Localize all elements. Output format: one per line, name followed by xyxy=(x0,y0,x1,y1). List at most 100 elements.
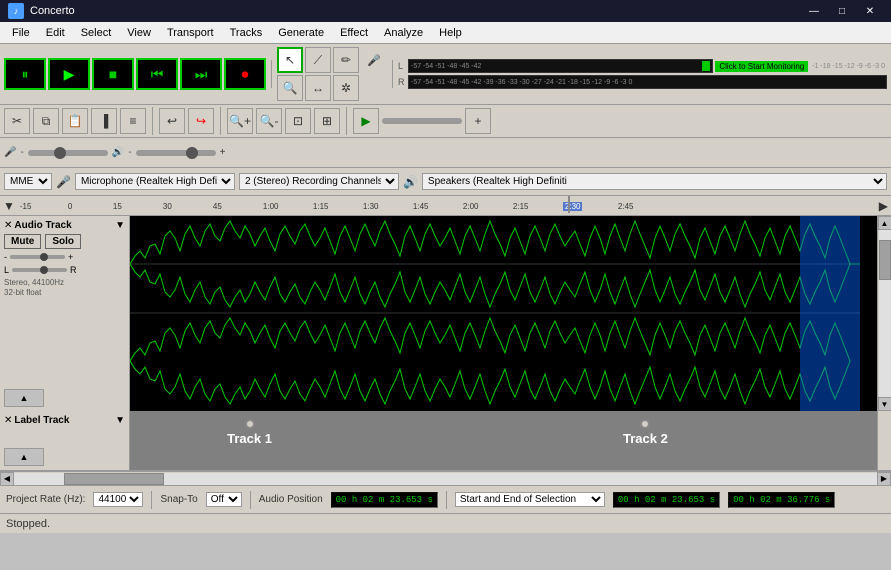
menu-file[interactable]: File xyxy=(4,25,38,41)
menu-effect[interactable]: Effect xyxy=(332,25,376,41)
record-button[interactable]: ⏺ xyxy=(224,58,266,90)
speaker-icon: 🔊 xyxy=(112,147,124,158)
label-track-close-icon[interactable]: ✕ xyxy=(4,415,12,426)
separator-4 xyxy=(220,107,221,135)
silence-button[interactable]: ≡ xyxy=(120,108,146,134)
close-button[interactable]: ✕ xyxy=(857,2,883,20)
zoom-sel-button[interactable]: ⊞ xyxy=(314,108,340,134)
label-marker-track1[interactable]: Track 1 xyxy=(227,419,272,446)
envelope-tool-button[interactable]: ⟋ xyxy=(305,47,331,73)
input-level-slider[interactable] xyxy=(28,150,108,156)
ruler-mark-215: 2:15 xyxy=(513,202,529,211)
play-button[interactable]: ▶ xyxy=(48,58,90,90)
time-tool-button[interactable]: ↔ xyxy=(305,75,331,101)
project-rate-label: Project Rate (Hz): xyxy=(6,494,85,505)
stopped-text: Stopped. xyxy=(6,518,50,530)
waveform-container[interactable] xyxy=(130,216,877,411)
menu-view[interactable]: View xyxy=(119,25,159,41)
ruler-arrow-left[interactable]: ▼ xyxy=(0,199,18,213)
maximize-button[interactable]: □ xyxy=(829,2,855,20)
waveform-bottom-channel xyxy=(130,318,850,404)
output-level-slider[interactable] xyxy=(136,150,216,156)
menu-select[interactable]: Select xyxy=(73,25,120,41)
zoom-tool-button[interactable]: 🔍 xyxy=(277,75,303,101)
scroll-thumb[interactable] xyxy=(879,240,891,280)
trim-button[interactable]: ▐ xyxy=(91,108,117,134)
monitor-button[interactable]: Click to Start Monitoring xyxy=(715,61,808,72)
copy-button[interactable]: ⧉ xyxy=(33,108,59,134)
position-value-3: 00 h 02 m 36.776 s xyxy=(733,495,830,505)
vol-minus-icon: - xyxy=(128,147,131,158)
channels-select[interactable]: 2 (Stereo) Recording Channels xyxy=(239,173,399,190)
multi-tool-button[interactable]: ✲ xyxy=(333,75,359,101)
pan-slider[interactable] xyxy=(12,268,67,272)
ruler-arrow-right[interactable]: ▶ xyxy=(876,199,891,213)
menu-edit[interactable]: Edit xyxy=(38,25,73,41)
select-tool-button[interactable]: ↖ xyxy=(277,47,303,73)
h-scroll-track[interactable] xyxy=(14,473,877,485)
redo-button[interactable]: ↪ xyxy=(188,108,214,134)
menu-help[interactable]: Help xyxy=(431,25,470,41)
microphone-select[interactable]: Microphone (Realtek High Defini xyxy=(75,173,235,190)
menu-transport[interactable]: Transport xyxy=(159,25,222,41)
pan-l-label: L xyxy=(4,265,9,275)
mute-button[interactable]: Mute xyxy=(4,234,41,249)
selection-mode-select[interactable]: Start and End of Selection xyxy=(455,492,605,507)
scroll-up-button[interactable]: ▲ xyxy=(878,216,891,230)
audio-track-header: ✕ Audio Track ▼ Mute Solo - + L R Stereo… xyxy=(0,216,130,411)
plus-button[interactable]: + xyxy=(465,108,491,134)
pan-row: L R xyxy=(4,265,125,275)
h-scroll-thumb[interactable] xyxy=(64,473,164,485)
position-value-2: 00 h 02 m 23.653 s xyxy=(618,495,715,505)
transport-toolbar: ⏸ ▶ ■ ⏮ ⏭ ⏺ ↖ ⟋ ✏ 🎤 🔍 ↔ ✲ L -57 -54 -51 … xyxy=(0,44,891,105)
scroll-track[interactable] xyxy=(879,230,891,397)
ruler-mark-115: 1:15 xyxy=(313,202,329,211)
status-sep-3 xyxy=(446,491,447,509)
fit-button[interactable]: ⊡ xyxy=(285,108,311,134)
gain-knob xyxy=(40,253,48,261)
mic-small-icon: 🎤 xyxy=(4,147,16,158)
track-arrow-icon[interactable]: ▼ xyxy=(115,220,125,231)
menu-generate[interactable]: Generate xyxy=(270,25,332,41)
play-green-button[interactable]: ▶ xyxy=(353,108,379,134)
label-marker-track2[interactable]: Track 2 xyxy=(623,419,668,446)
label-text-track1: Track 1 xyxy=(227,431,272,446)
gain-slider[interactable] xyxy=(10,255,65,259)
solo-button[interactable]: Solo xyxy=(45,234,81,249)
track-close-icon[interactable]: ✕ xyxy=(4,220,12,231)
playback-slider[interactable] xyxy=(382,118,462,124)
label-track-arrow-icon[interactable]: ▼ xyxy=(115,415,125,426)
separator-3 xyxy=(152,107,153,135)
mic-minus-icon: - xyxy=(20,147,23,158)
undo-button[interactable]: ↩ xyxy=(159,108,185,134)
cut-button[interactable]: ✂ xyxy=(4,108,30,134)
track-expand-button[interactable]: ▲ xyxy=(4,389,44,407)
label-track-body[interactable]: Track 1 Track 2 xyxy=(130,411,877,470)
zoom-out-button[interactable]: 🔍- xyxy=(256,108,282,134)
ruler-mark-neg15: -15 xyxy=(20,202,32,211)
h-scroll-right-button[interactable]: ▶ xyxy=(877,472,891,486)
snap-to-select[interactable]: Off xyxy=(206,492,242,507)
track-name-label: Audio Track xyxy=(14,220,113,231)
app-title: Concerto xyxy=(30,5,801,17)
project-rate-select[interactable]: 44100 xyxy=(93,492,143,507)
pause-button[interactable]: ⏸ xyxy=(4,58,46,90)
paste-button[interactable]: 📋 xyxy=(62,108,88,134)
menu-tracks[interactable]: Tracks xyxy=(222,25,271,41)
stopped-bar: Stopped. xyxy=(0,513,891,533)
zoom-in-button[interactable]: 🔍+ xyxy=(227,108,253,134)
menu-analyze[interactable]: Analyze xyxy=(376,25,431,41)
vu-l-label: L xyxy=(398,61,406,71)
gain-row: - + xyxy=(4,252,125,262)
label-track-expand-button[interactable]: ▲ xyxy=(4,448,44,466)
next-button[interactable]: ⏭ xyxy=(180,58,222,90)
minimize-button[interactable]: — xyxy=(801,2,827,20)
prev-button[interactable]: ⏮ xyxy=(136,58,178,90)
track-info-label: Stereo, 44100Hz32-bit float xyxy=(4,278,125,299)
scroll-down-button[interactable]: ▼ xyxy=(878,397,891,411)
draw-tool-button[interactable]: ✏ xyxy=(333,47,359,73)
h-scroll-left-button[interactable]: ◀ xyxy=(0,472,14,486)
audio-system-select[interactable]: MME xyxy=(4,173,52,190)
stop-button[interactable]: ■ xyxy=(92,58,134,90)
speaker-select[interactable]: Speakers (Realtek High Definiti xyxy=(422,173,887,190)
